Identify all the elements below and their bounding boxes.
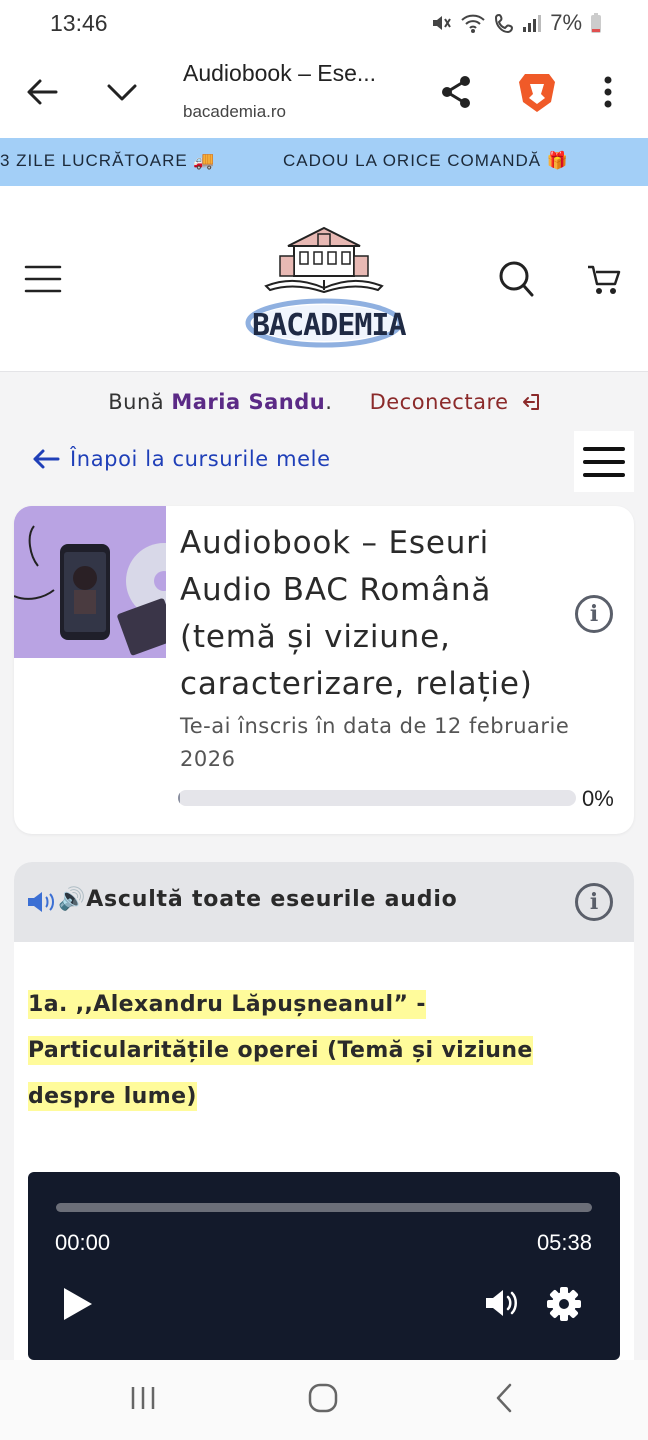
back-arrow-icon[interactable]	[20, 70, 64, 114]
site-header: BACADEMIA	[0, 186, 648, 372]
chevron-down-icon[interactable]	[100, 70, 144, 114]
progress-percent: 0%	[582, 786, 614, 811]
mute-icon	[433, 16, 452, 30]
battery-icon	[591, 13, 601, 33]
page-title[interactable]: Audiobook – Ese...	[183, 60, 376, 87]
speaker-icon	[28, 892, 54, 912]
arrow-left-icon	[33, 449, 60, 469]
page-domain[interactable]: bacademia.ro	[183, 102, 286, 122]
wifi-icon	[461, 14, 485, 33]
status-icons: 7%	[430, 10, 602, 36]
volume-icon[interactable]	[484, 1286, 524, 1326]
brave-shield-icon[interactable]	[514, 68, 560, 116]
duration: 05:38	[536, 1230, 592, 1255]
browser-toolbar: Audiobook – Ese... bacademia.ro	[0, 48, 648, 138]
info-icon[interactable]: i	[575, 595, 613, 633]
logout-label: Deconectare	[369, 390, 509, 414]
current-time: 00:00	[55, 1230, 111, 1255]
course-title: Audiobook – Eseuri Audio BAC Română (tem…	[180, 525, 533, 702]
share-icon[interactable]	[434, 70, 478, 114]
wifi-call-icon	[495, 13, 514, 34]
promo-marquee: 3 ZILE LUCRĂTOARE 🚚 CADOU LA ORICE COMAN…	[0, 138, 648, 186]
lesson-title: 1a. ,,Alexandru Lăpușneanul” - Particula…	[28, 982, 628, 1120]
site-logo[interactable]: BACADEMIA	[244, 208, 407, 353]
greeting-dot: .	[325, 390, 333, 414]
greeting-line: Bună Maria Sandu. Deconectare	[0, 390, 648, 414]
cart-icon[interactable]	[586, 262, 626, 300]
search-icon[interactable]	[498, 260, 538, 300]
back-to-courses-link[interactable]: Înapoi la cursurile mele	[32, 447, 331, 471]
logo-text: BACADEMIA	[252, 308, 407, 343]
section-header[interactable]: 🔊Ascultă toate eseurile audio i	[14, 862, 634, 942]
back-link-label: Înapoi la cursurile mele	[70, 447, 331, 471]
home-icon[interactable]	[307, 1382, 341, 1416]
recent-apps-icon[interactable]	[128, 1384, 160, 1414]
hamburger-menu-icon[interactable]	[24, 264, 64, 294]
course-progress-bar	[178, 790, 576, 806]
course-thumbnail	[14, 506, 166, 658]
battery-percent: 7%	[550, 10, 582, 35]
lesson-title-text: 1a. ,,Alexandru Lăpușneanul” - Particula…	[28, 990, 533, 1111]
progress-fill	[178, 790, 180, 806]
logout-link[interactable]: Deconectare	[370, 390, 540, 414]
greeting-hello: Bună	[108, 390, 165, 414]
audio-player: 00:00 05:38	[28, 1172, 620, 1360]
section-title: 🔊Ascultă toate eseurile audio	[58, 887, 458, 912]
marquee-item: 3 ZILE LUCRĂTOARE 🚚	[0, 151, 216, 170]
logout-icon	[522, 394, 539, 410]
enrollment-date: Te-ai înscris în data de 12 februarie 20…	[180, 714, 570, 771]
android-nav-bar	[0, 1360, 648, 1440]
more-options-icon[interactable]	[588, 70, 628, 114]
settings-gear-icon[interactable]	[546, 1286, 586, 1326]
signal-icon	[523, 15, 542, 32]
seek-bar[interactable]	[56, 1203, 592, 1212]
play-icon[interactable]	[60, 1286, 100, 1326]
section-info-icon[interactable]: i	[575, 883, 613, 921]
status-time: 13:46	[50, 10, 108, 36]
status-bar: 13:46 7%	[0, 0, 648, 48]
marquee-item: CADOU LA ORICE COMANDĂ 🎁	[283, 151, 570, 170]
nav-back-icon[interactable]	[494, 1382, 522, 1416]
course-card: Audiobook – Eseuri Audio BAC Română (tem…	[14, 506, 634, 834]
course-menu-button[interactable]	[574, 431, 634, 492]
user-name: Maria Sandu	[171, 390, 326, 414]
